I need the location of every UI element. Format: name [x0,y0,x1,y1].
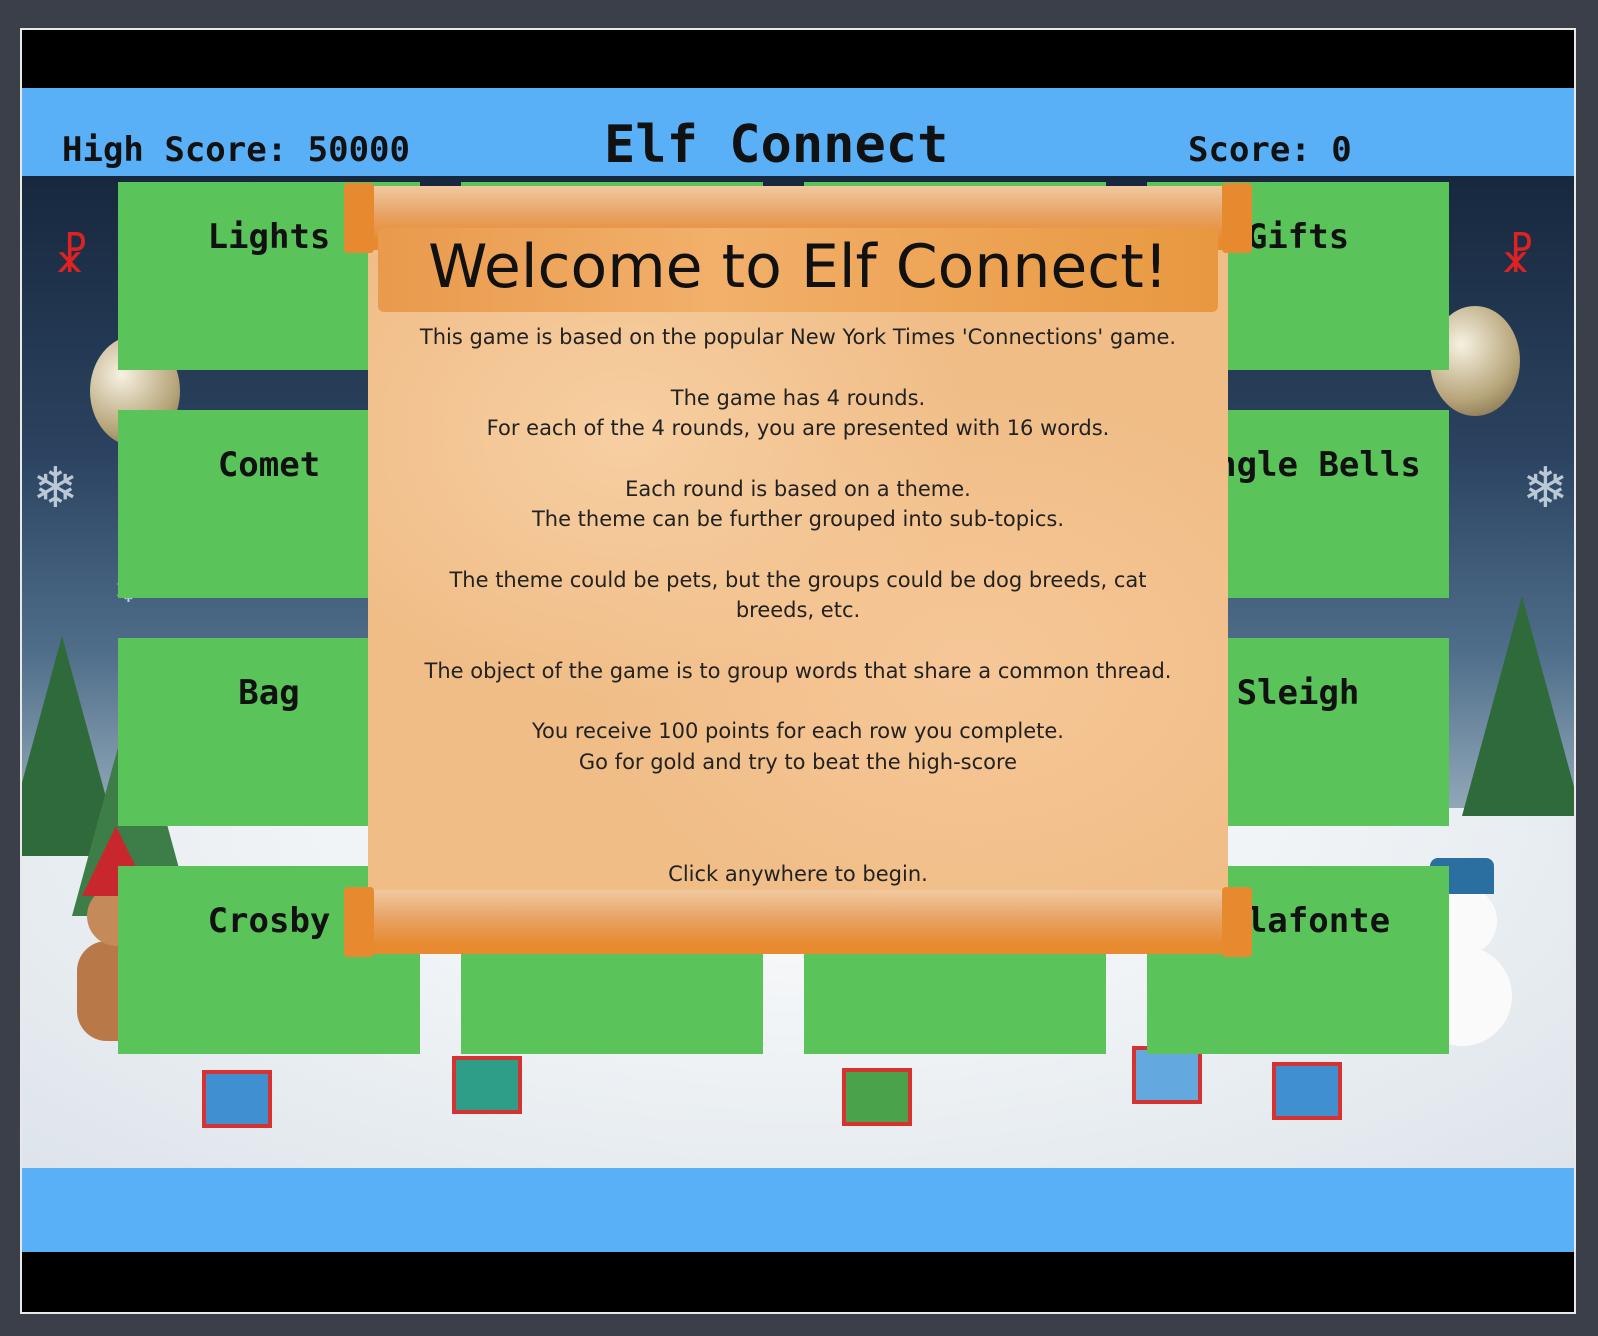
scroll-rod-end-icon [1222,887,1252,957]
candy-cane-icon: ☧ [54,232,89,283]
instruction-paragraph: Each round is based on a theme. The them… [531,476,1065,532]
snowflake-icon: ❄ [1522,456,1569,521]
footer-bar [22,1168,1574,1252]
instruction-paragraph: The object of the game is to group words… [424,658,1172,683]
click-to-begin[interactable]: Click anywhere to begin. [348,862,1248,886]
instruction-paragraph: The theme could be pets, but the groups … [449,567,1147,623]
score: Score: 0 [1188,130,1352,170]
high-score: High Score: 50000 [62,130,410,170]
christmas-tree-icon [1462,596,1574,816]
scroll-rod-end-icon [344,887,374,957]
modal-title: Welcome to Elf Connect! [428,232,1168,302]
instruction-paragraph: You receive 100 points for each row you … [532,719,1064,774]
instruction-paragraph: This game is based on the popular New Yo… [419,325,1177,349]
snowflake-icon: ❄ [32,456,79,521]
gift-box-icon [1132,1046,1202,1104]
gift-box-icon [1272,1062,1342,1120]
gift-box-icon [452,1056,522,1114]
welcome-scroll-modal[interactable]: Welcome to Elf Connect! This game is bas… [344,183,1252,964]
candy-cane-icon: ☧ [1500,232,1535,283]
gift-box-icon [202,1070,272,1128]
scroll-rod-bottom [348,890,1248,954]
instruction-paragraph: The game has 4 rounds. For each of the 4… [486,385,1110,441]
instructions: This game is based on the popular New Yo… [408,322,1188,807]
gift-box-icon [842,1068,912,1126]
game-title: Elf Connect [604,115,949,175]
